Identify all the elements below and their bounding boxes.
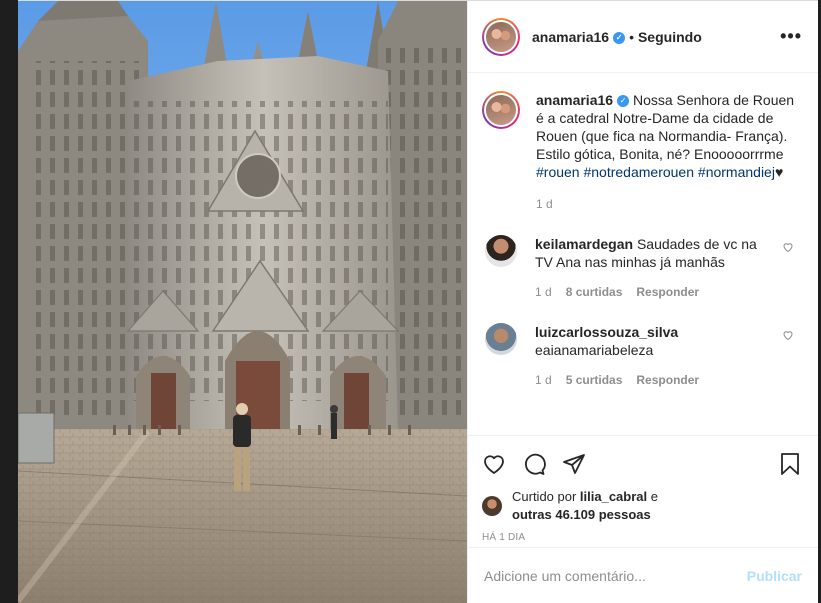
caption-age[interactable]: 1 d <box>536 195 802 213</box>
comment-age[interactable]: 1 d <box>535 283 552 301</box>
comments-section[interactable]: anamaria16 ✓ Nossa Senhora de Rouen é a c… <box>468 73 818 435</box>
comment-likes[interactable]: 8 curtidas <box>566 283 623 301</box>
liked-by: Curtido por lilia_cabral e outras 46.109… <box>482 488 802 524</box>
comment-likes[interactable]: 5 curtidas <box>566 371 623 389</box>
author-username-text[interactable]: anamaria16 <box>532 29 609 45</box>
commenter-username[interactable]: luizcarlossouza_silva <box>535 324 678 340</box>
verified-badge-icon: ✓ <box>617 95 630 108</box>
share-paper-plane-icon[interactable] <box>562 452 586 476</box>
caption-username[interactable]: anamaria16 <box>536 92 613 108</box>
post-sidebar: anamaria16 ✓ • Seguindo ••• anamaria16 ✓ N… <box>467 1 818 603</box>
liker-avatar[interactable] <box>482 496 502 516</box>
liked-by-text: Curtido por lilia_cabral e outras 46.109… <box>512 488 658 524</box>
save-bookmark-icon[interactable] <box>778 452 802 476</box>
comment-item: luizcarlossouza_silva eaianamariabeleza … <box>482 323 802 389</box>
post-modal: anamaria16 ✓ • Seguindo ••• anamaria16 ✓ N… <box>18 0 818 603</box>
hashtag-normandiej[interactable]: #normandiej <box>698 164 775 180</box>
caption-avatar[interactable] <box>482 91 520 129</box>
liker-username[interactable]: lilia_cabral <box>580 489 647 504</box>
reply-button[interactable]: Responder <box>636 283 699 301</box>
comment-text: eaianamariabeleza <box>535 342 654 358</box>
liked-by-prefix: Curtido por <box>512 489 580 504</box>
like-comment-icon[interactable] <box>782 241 794 253</box>
comment-body: luizcarlossouza_silva eaianamariabeleza … <box>535 323 771 389</box>
post-header: anamaria16 ✓ • Seguindo ••• <box>468 1 818 73</box>
commenter-username[interactable]: keilamardegan <box>535 236 633 252</box>
separator-dot: • <box>629 28 634 45</box>
commenter-avatar[interactable] <box>485 235 517 267</box>
comment-age[interactable]: 1 d <box>535 371 552 389</box>
like-heart-icon[interactable] <box>482 452 506 476</box>
hashtag-notredamerouen[interactable]: #notredamerouen <box>583 164 694 180</box>
like-comment-icon[interactable] <box>782 329 794 341</box>
caption-body: anamaria16 ✓ Nossa Senhora de Rouen é a c… <box>536 91 802 213</box>
cathedral-image <box>18 1 467 603</box>
comment-input[interactable] <box>484 568 747 584</box>
comment-meta: 1 d 5 curtidas Responder <box>535 371 771 389</box>
comment-item: keilamardegan Saudades de vc na TV Ana n… <box>482 235 802 301</box>
more-options-icon[interactable]: ••• <box>780 26 802 47</box>
comment-body: keilamardegan Saudades de vc na TV Ana n… <box>535 235 771 301</box>
hashtag-rouen[interactable]: #rouen <box>536 164 580 180</box>
liked-by-and: e <box>647 489 658 504</box>
author-username[interactable]: anamaria16 ✓ <box>532 29 626 45</box>
action-icons <box>482 444 802 484</box>
heart-emoji: ♥ <box>774 164 784 180</box>
comment-bubble-icon[interactable] <box>522 452 546 476</box>
likes-count[interactable]: outras 46.109 pessoas <box>512 507 651 522</box>
verified-badge-icon: ✓ <box>613 31 626 44</box>
author-avatar[interactable] <box>482 17 520 56</box>
reply-button[interactable]: Responder <box>636 371 699 389</box>
post-actions: Curtido por lilia_cabral e outras 46.109… <box>468 435 818 547</box>
comment-meta: 1 d 8 curtidas Responder <box>535 283 771 301</box>
publish-button[interactable]: Publicar <box>747 568 802 584</box>
commenter-avatar[interactable] <box>485 323 517 355</box>
background-left <box>0 0 18 603</box>
post-photo[interactable] <box>18 1 467 603</box>
caption: anamaria16 ✓ Nossa Senhora de Rouen é a c… <box>482 91 802 213</box>
add-comment-bar: Publicar <box>468 547 818 603</box>
following-button[interactable]: Seguindo <box>638 29 702 45</box>
post-timestamp[interactable]: HÁ 1 DIA <box>482 532 802 543</box>
